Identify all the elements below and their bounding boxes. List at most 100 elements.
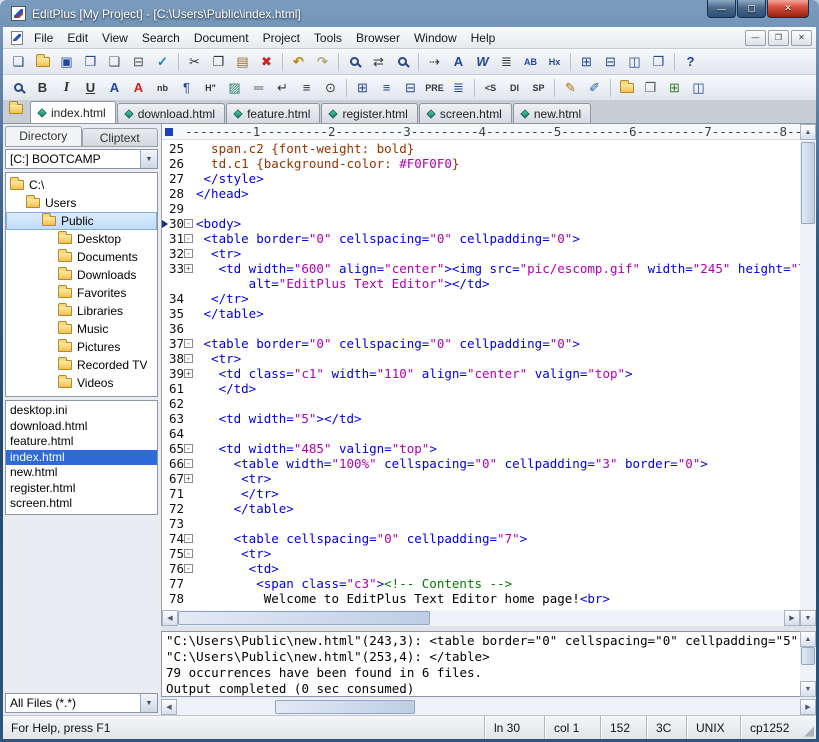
code-text[interactable]: alt="EditPlus Text Editor"></td> [196,276,800,291]
italic-icon[interactable]: I [55,77,78,98]
spell-check-icon[interactable]: ✓ [151,51,174,72]
heading-icon[interactable]: H" [199,77,222,98]
scrollbar-track[interactable] [800,140,816,610]
tile-horizontal-icon[interactable]: ⊟ [599,51,622,72]
scroll-down-icon[interactable]: ▼ [800,681,816,697]
titlebar[interactable]: EditPlus [My Project] - [C:\Users\Public… [3,0,816,27]
tree-item-users[interactable]: Users [6,194,157,212]
code-text[interactable]: <td> [196,561,800,576]
new-file-icon[interactable]: ❏ [7,51,30,72]
span-icon[interactable]: SP [527,77,550,98]
tree-item-pictures[interactable]: Pictures [6,338,157,356]
cascade-windows-icon[interactable]: ❐ [647,51,670,72]
file-item-feature.html[interactable]: feature.html [6,434,157,450]
open-folder-icon[interactable] [31,51,54,72]
anchor-icon[interactable]: ⊙ [319,77,342,98]
scrollbar-thumb[interactable] [275,700,415,714]
tab-register.html[interactable]: register.html [321,103,417,123]
document-template-icon[interactable]: ❒ [639,77,662,98]
output-horizontal-scrollbar[interactable]: ◀ ▶ [161,699,816,715]
code-text[interactable] [196,516,800,531]
tab-new.html[interactable]: new.html [513,103,591,123]
code-text[interactable]: <table cellspacing="0" cellpadding="7"> [196,531,800,546]
color-picker-icon[interactable]: ✐ [583,77,606,98]
undo-icon[interactable]: ↶ [287,51,310,72]
menu-document[interactable]: Document [187,28,256,48]
file-item-screen.html[interactable]: screen.html [6,496,157,512]
font-color-icon[interactable]: A [127,77,150,98]
tree-item-documents[interactable]: Documents [6,248,157,266]
frame-icon[interactable]: ◫ [687,77,710,98]
scrollbar-track[interactable] [800,647,816,681]
tree-item-favorites[interactable]: Favorites [6,284,157,302]
paragraph-icon[interactable]: ¶ [175,77,198,98]
print-preview-icon[interactable]: ❑ [103,51,126,72]
file-filter-selector[interactable]: All Files (*.*) ▼ [5,693,158,713]
code-text[interactable]: </td> [196,381,800,396]
output-line[interactable]: "C:\Users\Public\new.html"(253,4): </tab… [166,649,796,665]
menu-edit[interactable]: Edit [60,28,95,48]
menu-view[interactable]: View [95,28,135,48]
fold-collapse-icon[interactable]: - [184,354,193,363]
line-numbers-icon[interactable]: ≣ [495,51,518,72]
menu-browser[interactable]: Browser [349,28,407,48]
code-text[interactable]: <tr> [196,246,800,261]
fold-collapse-icon[interactable]: - [184,249,193,258]
fold-expand-icon[interactable]: + [184,369,193,378]
auto-complete-icon[interactable]: AB [519,51,542,72]
menu-project[interactable]: Project [256,28,307,48]
close-button[interactable]: ✕ [767,0,809,18]
file-item-desktop.ini[interactable]: desktop.ini [6,403,157,419]
mdi-close-button[interactable]: ✕ [791,30,812,46]
nbsp-icon[interactable]: nb [151,77,174,98]
center-icon[interactable]: ≡ [295,77,318,98]
code-text[interactable]: </head> [196,186,800,201]
table-row-icon[interactable]: ≡ [375,77,398,98]
image-icon[interactable]: ▨ [223,77,246,98]
tree-item-recorded-tv[interactable]: Recorded TV [6,356,157,374]
paste-icon[interactable]: ▤ [231,51,254,72]
file-item-index.html[interactable]: index.html [6,450,157,466]
scrollbar-track[interactable] [177,699,800,715]
output-vertical-scrollbar[interactable]: ▲ ▼ [800,631,816,697]
code-text[interactable]: <td width="5"></td> [196,411,800,426]
scroll-left-icon[interactable]: ◀ [161,699,177,715]
tab-feature.html[interactable]: feature.html [226,103,320,123]
horizontal-rule-icon[interactable]: ═ [247,77,270,98]
save-all-icon[interactable]: ❒ [79,51,102,72]
tab-download.html[interactable]: download.html [117,103,225,123]
code-text[interactable]: <body> [196,216,800,231]
scroll-up-icon[interactable]: ▲ [800,124,816,140]
table-icon[interactable]: ⊞ [351,77,374,98]
resize-grip[interactable]: ◢ [798,716,816,739]
code-text[interactable]: <tr> [196,351,800,366]
strikethrough-icon[interactable]: <S [479,77,502,98]
drive-dropdown-arrow-icon[interactable]: ▼ [140,150,157,168]
file-item-register.html[interactable]: register.html [6,481,157,497]
fold-collapse-icon[interactable]: - [184,219,193,228]
maximize-button[interactable]: ▢ [737,0,766,18]
copy-icon[interactable]: ❐ [207,51,230,72]
code-text[interactable]: </table> [196,501,800,516]
redo-icon[interactable]: ↷ [311,51,334,72]
view-in-browser-icon[interactable] [7,77,30,98]
sidebar-tab-directory[interactable]: Directory [5,126,82,147]
context-help-icon[interactable]: ? [679,51,702,72]
filter-dropdown-arrow-icon[interactable]: ▼ [140,694,157,712]
minimize-button[interactable]: — [707,0,736,18]
save-icon[interactable]: ▣ [55,51,78,72]
tree-item-libraries[interactable]: Libraries [6,302,157,320]
insert-file-icon[interactable] [615,77,638,98]
menu-file[interactable]: File [27,28,60,48]
find-in-files-icon[interactable] [391,51,414,72]
fold-collapse-icon[interactable]: - [184,534,193,543]
tree-item-downloads[interactable]: Downloads [6,266,157,284]
tab-screen.html[interactable]: screen.html [419,103,512,123]
fold-collapse-icon[interactable]: - [184,444,193,453]
code-text[interactable] [196,321,800,336]
div-icon[interactable]: DI [503,77,526,98]
list-icon[interactable]: ≣ [447,77,470,98]
code-text[interactable]: </table> [196,306,800,321]
scroll-down-icon[interactable]: ▼ [800,610,816,626]
output-line[interactable]: "C:\Users\Public\new.html"(243,3): <tabl… [166,633,796,649]
